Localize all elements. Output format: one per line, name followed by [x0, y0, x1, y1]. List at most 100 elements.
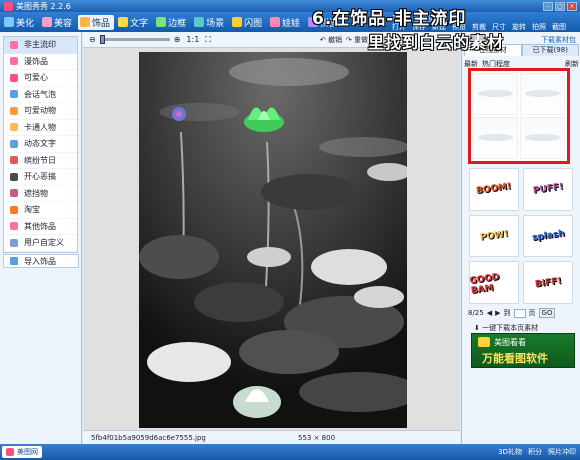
tab-icon	[156, 17, 167, 27]
category-item[interactable]: 漫饰品	[4, 54, 77, 70]
page-label: 页	[528, 309, 536, 317]
category-label: 淘宝	[24, 205, 40, 215]
tab-4[interactable]: 边框	[154, 15, 190, 30]
tray-photo-print[interactable]: 照片冲印	[548, 447, 576, 457]
pager: 8/25 ◀ ▶ 到 页 GO	[468, 307, 578, 319]
zoom-slider-handle[interactable]	[99, 35, 105, 44]
category-item[interactable]: 动态文字	[4, 136, 77, 153]
tab-downloaded[interactable]: 已下载(98)	[521, 44, 579, 56]
sticker-item[interactable]: POW!	[469, 214, 519, 258]
cloud-material-item[interactable]	[473, 73, 518, 115]
category-icon	[10, 57, 18, 66]
next-page-icon[interactable]: ▶	[495, 309, 500, 317]
category-icon	[10, 106, 18, 115]
tab-6[interactable]: 闪图	[230, 15, 266, 30]
close-button[interactable]: ×	[567, 2, 577, 11]
tab-icon	[194, 17, 205, 27]
import-decoration-button[interactable]: 导入饰品	[3, 254, 79, 268]
category-icon	[10, 238, 18, 247]
category-label: 可爱心	[24, 73, 48, 83]
sticker-label: POW!	[479, 229, 509, 243]
header-tool-7[interactable]: 拍照	[532, 22, 546, 32]
category-icon	[10, 73, 18, 82]
cloud-material-item[interactable]	[520, 73, 565, 115]
header-tool-6[interactable]: 旋转	[512, 22, 526, 32]
left-category-panel: 非主流印漫饰品可爱心会话气泡可爱动物卡通人物 动态文字缤纷节日开心恶搞遮挡物淘宝其…	[0, 32, 82, 444]
category-icon	[10, 40, 18, 49]
zoom-out-icon[interactable]: ⊖	[89, 35, 96, 44]
meitu-web-button[interactable]: 美图网	[2, 446, 42, 458]
meitu-viewer-ad[interactable]: 美图看看 万能看图软件	[471, 333, 575, 368]
category-icon	[10, 222, 18, 231]
zoom-in-icon[interactable]: ⊕	[174, 35, 181, 44]
tab-7[interactable]: 娃娃	[268, 15, 304, 30]
tab-label: 饰品	[92, 18, 111, 29]
download-page-label: 一键下载本页素材	[482, 324, 539, 332]
tray-3d-gift[interactable]: 3D礼物	[498, 447, 522, 457]
file-name: 5fb4f01b5a9059d6ac6e7555.jpg	[91, 433, 206, 442]
prev-page-icon[interactable]: ◀	[487, 309, 492, 317]
category-item[interactable]: 可爱动物	[4, 103, 77, 120]
category-item[interactable]: 遮挡物	[4, 186, 77, 202]
download-page-link[interactable]: ⬇ 一键下载本页素材	[474, 323, 538, 333]
zoom-slider[interactable]	[99, 35, 170, 44]
category-item[interactable]: 用户自定义	[4, 235, 77, 252]
header-tool-8[interactable]: 截图	[552, 22, 566, 32]
lotus-photo-drawing	[139, 52, 407, 428]
undo-button[interactable]: ↶ 撤销	[320, 35, 342, 45]
import-label: 导入饰品	[24, 256, 56, 266]
fit-window-icon[interactable]: ⛶	[205, 35, 211, 45]
page-indicator: 8/25	[468, 309, 484, 317]
annotation-line-2: 里找到白云的素材	[368, 33, 505, 52]
sticker-item[interactable]: PUFF!	[523, 168, 573, 211]
tab-5[interactable]: 场景	[192, 15, 228, 30]
tray-links: 3D礼物 积分 照片冲印	[498, 447, 576, 457]
category-item[interactable]: 会话气泡	[4, 87, 77, 103]
category-item[interactable]: 其他饰品	[4, 219, 77, 235]
category-item[interactable]: 可爱心	[4, 70, 77, 87]
category-label: 遮挡物	[24, 188, 48, 198]
category-item[interactable]: 卡通人物	[4, 120, 77, 136]
tab-label: 场景	[206, 18, 225, 29]
page-number-input[interactable]	[513, 308, 526, 318]
category-item[interactable]: 缤纷节日	[4, 153, 77, 169]
go-button[interactable]: GO	[538, 308, 556, 318]
tab-3[interactable]: 文字	[116, 15, 152, 30]
category-item[interactable]: 开心恶搞	[4, 169, 77, 186]
filter-newest[interactable]: 最新	[464, 59, 478, 69]
maximize-button[interactable]: □	[555, 2, 565, 11]
category-item[interactable]: 淘宝	[4, 202, 77, 219]
redo-button[interactable]: ↷ 重做	[346, 35, 368, 45]
lotus-photo[interactable]	[139, 52, 407, 428]
ad-title: 美图看看	[494, 338, 526, 347]
ad-subtitle: 万能看图软件	[482, 352, 548, 365]
tab-1[interactable]: 美容	[40, 15, 76, 30]
category-label: 缤纷节日	[24, 155, 56, 165]
title-bar: 美图秀秀 2.2.6	[0, 0, 580, 12]
category-icon	[10, 139, 18, 148]
category-item[interactable]: 非主流印	[4, 37, 77, 54]
meitu-web-label: 美图网	[17, 448, 38, 456]
tab-2[interactable]: 饰品	[78, 14, 115, 30]
tab-icon	[232, 17, 243, 27]
goto-label: 到	[503, 309, 511, 317]
sticker-item[interactable]: BIFF!	[523, 261, 573, 304]
refresh-button[interactable]: 刷新	[565, 59, 579, 69]
zoom-ratio[interactable]: 1:1	[186, 35, 199, 44]
category-label: 可爱动物	[24, 106, 56, 116]
cloud-material-item[interactable]	[473, 117, 518, 159]
tab-icon	[270, 17, 281, 27]
minimize-button[interactable]: –	[543, 2, 553, 11]
sticker-item[interactable]: splash	[523, 214, 573, 258]
cloud-material-item[interactable]	[520, 117, 565, 159]
sticker-item[interactable]: BOOM!	[469, 168, 519, 211]
filter-popular[interactable]: 热门程度	[482, 59, 510, 69]
image-dimensions: 553 × 800	[298, 433, 336, 442]
tab-0[interactable]: 美化	[2, 15, 38, 30]
tab-label: 闪图	[244, 18, 263, 29]
tab-icon	[80, 17, 91, 27]
tray-points[interactable]: 积分	[528, 447, 542, 457]
sticker-item[interactable]: GOOD BAM	[469, 261, 519, 304]
category-label: 非主流印	[24, 40, 56, 50]
tab-label: 文字	[130, 18, 149, 29]
